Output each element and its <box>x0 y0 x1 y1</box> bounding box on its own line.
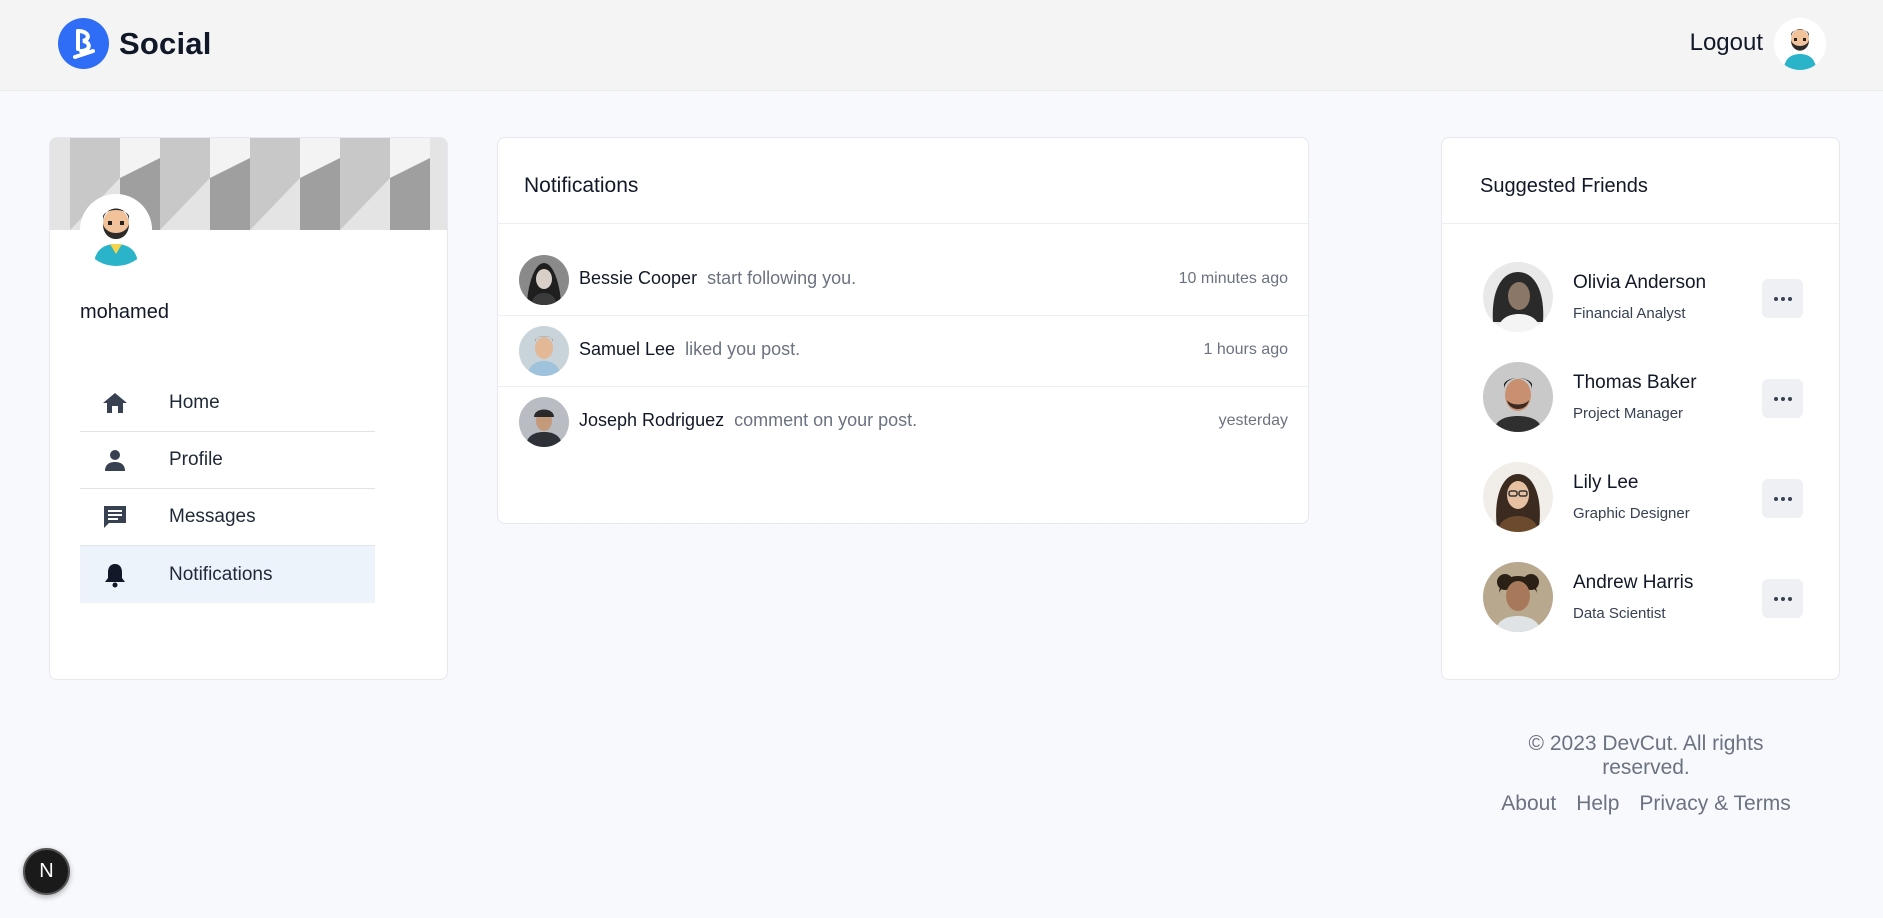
avatar[interactable] <box>1483 362 1553 432</box>
footer-links: About Help Privacy & Terms <box>1486 792 1806 816</box>
footer: © 2023 DevCut. All rights reserved. Abou… <box>1486 732 1806 816</box>
profile-card: mohamed Home Profile Messages Notificati… <box>49 137 448 680</box>
dot <box>1780 296 1785 301</box>
notification-user-name[interactable]: Samuel Lee <box>579 339 675 359</box>
more-dots-icon <box>1773 596 1778 601</box>
message-icon <box>97 499 133 535</box>
notification-content: Samuel Lee liked you post. <box>579 339 800 360</box>
suggested-friends-card: Suggested Friends Olivia Anderson Financ… <box>1441 137 1840 680</box>
suggested-friends-title: Suggested Friends <box>1480 175 1648 197</box>
sidebar-item-messages[interactable]: Messages <box>80 489 375 546</box>
more-dots-icon <box>1773 296 1778 301</box>
top-navbar: Social Logout <box>0 0 1883 91</box>
more-options-button[interactable] <box>1762 579 1803 618</box>
friend-role: Data Scientist <box>1573 605 1666 622</box>
notification-time: 10 minutes ago <box>1178 270 1288 287</box>
footer-link-about[interactable]: About <box>1501 792 1556 816</box>
friend-item: Lily Lee Graphic Designer <box>1442 462 1839 562</box>
friend-name[interactable]: Thomas Baker <box>1573 372 1697 394</box>
next-dev-badge-button[interactable]: N <box>23 848 70 895</box>
notification-text: comment on your post. <box>734 410 918 430</box>
friend-role: Project Manager <box>1573 405 1684 422</box>
dot <box>1780 496 1785 501</box>
sidebar-item-home[interactable]: Home <box>80 375 375 432</box>
friends-list: Olivia Anderson Financial Analyst Thomas… <box>1442 262 1839 662</box>
notifications-card: Notifications Bessie Cooper start followi… <box>497 137 1309 524</box>
person-icon <box>97 442 133 478</box>
sidebar-item-label: Messages <box>169 506 256 527</box>
friend-name[interactable]: Andrew Harris <box>1573 572 1693 594</box>
notification-text: start following you. <box>707 268 857 288</box>
profile-avatar[interactable] <box>80 194 152 266</box>
brand-logo-icon <box>58 18 109 69</box>
friend-role: Graphic Designer <box>1573 505 1690 522</box>
logout-button[interactable]: Logout <box>1690 29 1763 57</box>
notification-user-name[interactable]: Bessie Cooper <box>579 268 697 288</box>
brand[interactable]: Social <box>58 18 212 69</box>
brand-name: Social <box>119 25 212 61</box>
footer-link-help[interactable]: Help <box>1576 792 1619 816</box>
footer-link-privacy-terms[interactable]: Privacy & Terms <box>1639 792 1790 816</box>
home-icon <box>97 385 133 421</box>
avatar[interactable] <box>1483 462 1553 532</box>
dot <box>1787 496 1792 501</box>
bell-icon <box>97 557 133 593</box>
dot <box>1787 596 1792 601</box>
avatar[interactable] <box>1483 262 1553 332</box>
user-avatar[interactable] <box>1774 18 1826 70</box>
more-options-button[interactable] <box>1762 479 1803 518</box>
divider <box>498 223 1308 224</box>
notification-content: Joseph Rodriguez comment on your post. <box>579 410 917 431</box>
dot <box>1787 296 1792 301</box>
more-dots-icon <box>1773 396 1778 401</box>
more-dots-icon <box>1773 496 1778 501</box>
divider <box>1442 223 1839 224</box>
next-logo-icon: N <box>39 860 54 882</box>
more-options-button[interactable] <box>1762 379 1803 418</box>
friend-item: Andrew Harris Data Scientist <box>1442 562 1839 662</box>
notification-time: yesterday <box>1218 412 1288 429</box>
avatar[interactable] <box>519 397 569 447</box>
sidebar-item-notifications[interactable]: Notifications <box>80 546 375 603</box>
friend-name[interactable]: Olivia Anderson <box>1573 272 1706 294</box>
friend-item: Olivia Anderson Financial Analyst <box>1442 262 1839 362</box>
avatar[interactable] <box>1483 562 1553 632</box>
sidebar-item-label: Home <box>169 392 220 413</box>
notifications-list: Bessie Cooper start following you. 10 min… <box>498 245 1308 458</box>
avatar[interactable] <box>519 255 569 305</box>
sidebar-nav: Home Profile Messages Notifications <box>80 375 375 603</box>
friend-name[interactable]: Lily Lee <box>1573 472 1639 494</box>
more-options-button[interactable] <box>1762 279 1803 318</box>
notification-content: Bessie Cooper start following you. <box>579 268 856 289</box>
dot <box>1780 396 1785 401</box>
notification-item[interactable]: Samuel Lee liked you post. 1 hours ago <box>498 316 1308 387</box>
dot <box>1780 596 1785 601</box>
avatar[interactable] <box>519 326 569 376</box>
notifications-title: Notifications <box>524 174 639 197</box>
sidebar-item-label: Notifications <box>169 563 273 585</box>
sidebar-item-label: Profile <box>169 449 223 470</box>
notification-item[interactable]: Joseph Rodriguez comment on your post. ye… <box>498 387 1308 458</box>
notification-time: 1 hours ago <box>1203 341 1288 358</box>
notification-text: liked you post. <box>685 339 801 359</box>
notification-user-name[interactable]: Joseph Rodriguez <box>579 410 724 430</box>
copyright-text: © 2023 DevCut. All rights reserved. <box>1528 732 1764 779</box>
friend-role: Financial Analyst <box>1573 305 1686 322</box>
notification-item[interactable]: Bessie Cooper start following you. 10 min… <box>498 245 1308 316</box>
friend-item: Thomas Baker Project Manager <box>1442 362 1839 462</box>
profile-username: mohamed <box>80 301 169 323</box>
sidebar-item-profile[interactable]: Profile <box>80 432 375 489</box>
dot <box>1787 396 1792 401</box>
